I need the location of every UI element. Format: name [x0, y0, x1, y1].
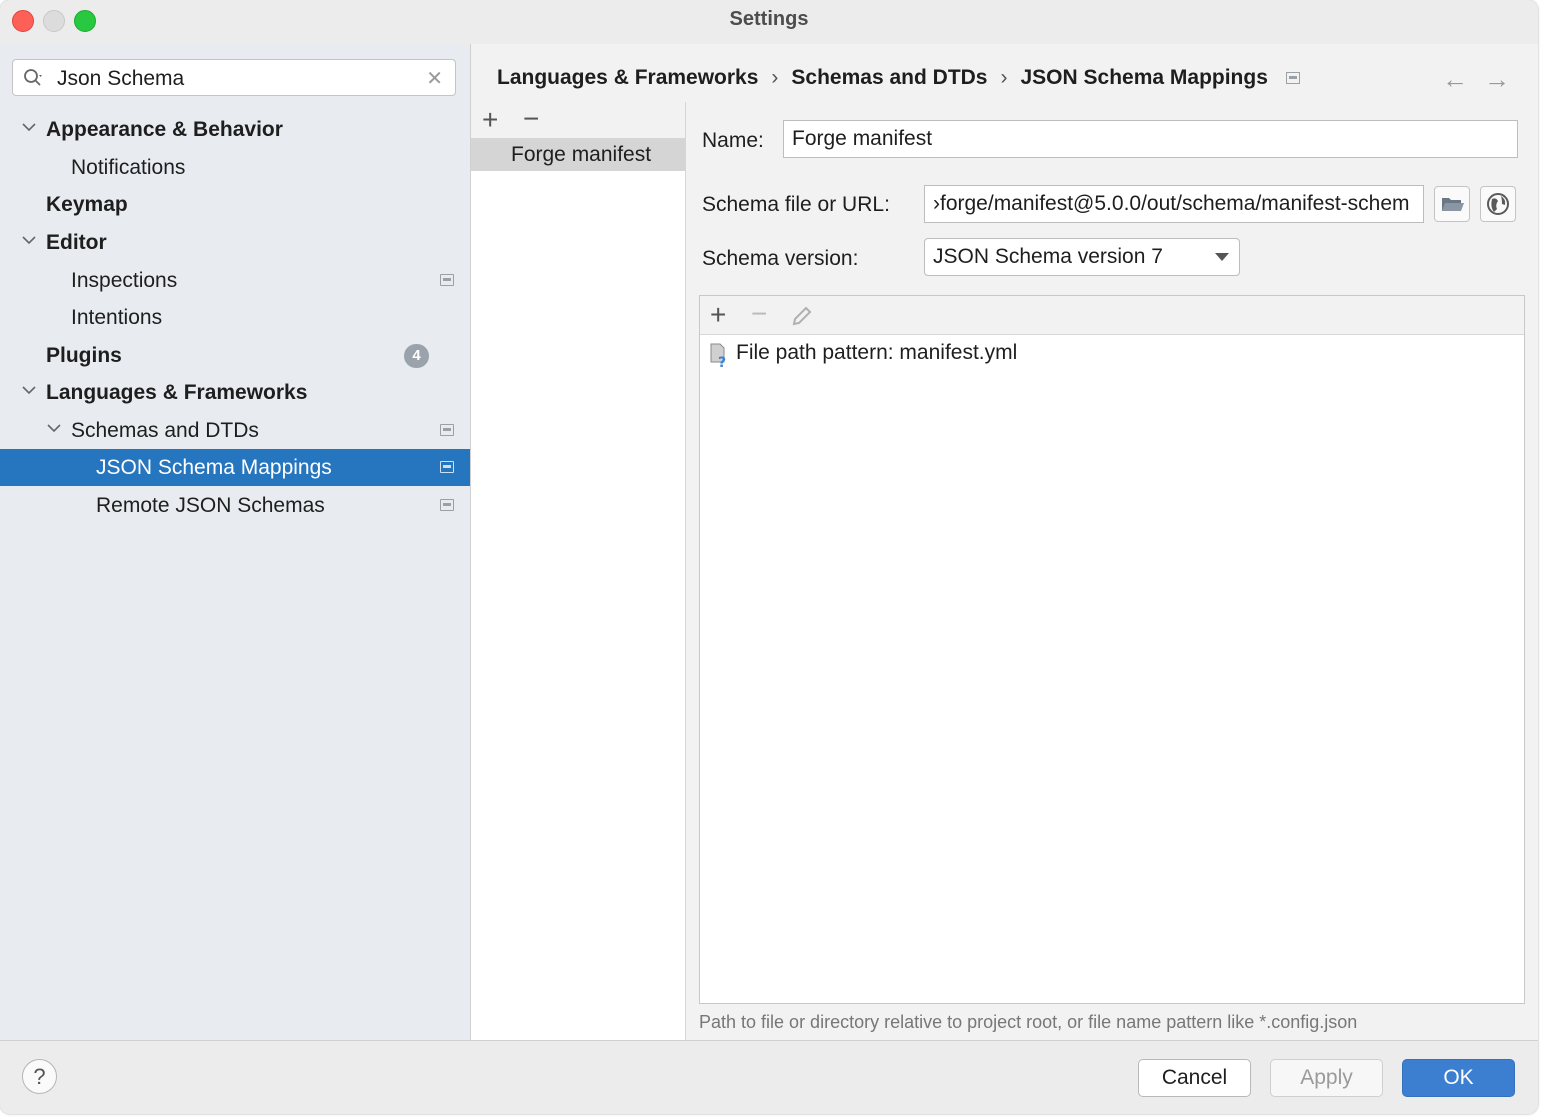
ok-button[interactable]: OK: [1402, 1059, 1515, 1097]
cancel-button[interactable]: Cancel: [1138, 1059, 1251, 1097]
file-pattern-icon: ?: [710, 343, 726, 368]
title-bar: Settings: [0, 0, 1538, 42]
dialog-footer: ? Cancel Apply OK: [0, 1040, 1538, 1114]
project-settings-icon: [440, 274, 454, 286]
svg-text:?: ?: [718, 355, 726, 368]
sidebar-item-keymap[interactable]: Keymap: [0, 186, 470, 223]
breadcrumb-item[interactable]: Schemas and DTDs: [791, 66, 987, 89]
apply-button[interactable]: Apply: [1270, 1059, 1383, 1097]
pattern-text: File path pattern: manifest.yml: [736, 341, 1018, 364]
sidebar-item-label: Editor: [46, 231, 107, 254]
sidebar-item-label: Appearance & Behavior: [46, 118, 283, 141]
clear-search-icon[interactable]: ✕: [426, 66, 443, 91]
folder-icon: [1442, 198, 1464, 211]
breadcrumb-item: JSON Schema Mappings: [1020, 66, 1268, 89]
schema-version-value: JSON Schema version 7: [933, 245, 1163, 268]
dropdown-arrow-icon: [1215, 253, 1229, 261]
project-settings-icon: [1285, 72, 1300, 85]
sidebar-item-inspections[interactable]: Inspections: [0, 262, 470, 299]
back-arrow-icon[interactable]: ←: [1442, 64, 1468, 95]
chevron-down-icon[interactable]: [21, 382, 37, 398]
mapping-form: Name: Forge manifest Schema file or URL:…: [686, 102, 1538, 1040]
schema-version-label: Schema version:: [702, 247, 859, 270]
globe-icon: [1487, 193, 1509, 215]
mapping-list-item[interactable]: Forge manifest: [471, 138, 685, 171]
sidebar-item-label: Schemas and DTDs: [71, 419, 259, 442]
schema-url-label: Schema file or URL:: [702, 193, 890, 216]
settings-search-field[interactable]: Json Schema ✕: [12, 59, 456, 96]
name-label: Name:: [702, 129, 764, 152]
sidebar-item-remote-json-schemas[interactable]: Remote JSON Schemas: [0, 487, 470, 524]
plugins-count-badge: 4: [404, 344, 429, 368]
sidebar-item-notifications[interactable]: Notifications: [0, 149, 470, 186]
search-icon: [24, 69, 42, 86]
sidebar-item-label: Intentions: [71, 306, 163, 329]
window-title: Settings: [729, 8, 809, 30]
breadcrumb: Languages & Frameworks › Schemas and DTDs ›…: [497, 66, 1300, 90]
settings-content: Languages & Frameworks › Schemas and DTDs ›…: [471, 44, 1538, 1040]
breadcrumb-item[interactable]: Languages & Frameworks: [497, 66, 758, 89]
browse-folder-button[interactable]: [1434, 186, 1470, 222]
chevron-down-icon[interactable]: [46, 420, 62, 436]
edit-pencil-icon[interactable]: [790, 304, 814, 328]
project-settings-icon: [440, 424, 454, 436]
sidebar-item-label: Keymap: [46, 193, 128, 216]
breadcrumb-separator: ›: [1000, 66, 1008, 89]
sidebar-item-languages-frameworks[interactable]: Languages & Frameworks: [0, 374, 470, 411]
breadcrumb-separator: ›: [771, 66, 779, 89]
sidebar-item-editor[interactable]: Editor: [0, 224, 470, 261]
sidebar-item-schemas-dtds[interactable]: Schemas and DTDs: [0, 412, 470, 449]
remote-schema-button[interactable]: [1480, 186, 1516, 222]
sidebar-item-label: Inspections: [71, 269, 178, 292]
add-pattern-button[interactable]: +: [710, 301, 726, 329]
sidebar-item-label: Remote JSON Schemas: [96, 494, 325, 517]
forward-arrow-icon[interactable]: →: [1484, 64, 1510, 95]
add-mapping-button[interactable]: +: [482, 106, 498, 134]
schema-url-field[interactable]: ›forge/manifest@5.0.0/out/schema/manifes…: [924, 185, 1424, 223]
mapping-name: Forge manifest: [511, 143, 652, 166]
help-button[interactable]: ?: [22, 1059, 57, 1094]
sidebar-item-label: JSON Schema Mappings: [96, 456, 332, 479]
settings-window: Settings Json Schema ✕ Appearance & Beha…: [0, 0, 1538, 1114]
sidebar-item-label: Plugins: [46, 344, 122, 367]
project-settings-icon: [440, 461, 454, 473]
sidebar-item-label: Notifications: [71, 156, 186, 179]
remove-pattern-button[interactable]: −: [751, 300, 767, 328]
mappings-toolbar: + −: [471, 102, 685, 138]
name-field[interactable]: Forge manifest: [783, 120, 1518, 158]
sidebar-item-intentions[interactable]: Intentions: [0, 299, 470, 336]
sidebar-item-plugins[interactable]: Plugins 4: [0, 337, 470, 374]
mappings-list-pane: + − Forge manifest: [471, 102, 686, 1040]
pattern-hint: Path to file or directory relative to pr…: [699, 1012, 1358, 1032]
search-input-value[interactable]: Json Schema: [57, 67, 184, 91]
file-patterns-panel: + − ? File path pattern: manifest.yml: [699, 295, 1525, 1004]
settings-sidebar: Json Schema ✕ Appearance & Behavior Noti…: [0, 44, 471, 1040]
sidebar-item-label: Languages & Frameworks: [46, 381, 308, 404]
project-settings-icon: [440, 499, 454, 511]
sidebar-item-appearance-behavior[interactable]: Appearance & Behavior: [0, 111, 470, 148]
chevron-down-icon[interactable]: [21, 232, 37, 248]
remove-mapping-button[interactable]: −: [523, 105, 539, 133]
sidebar-item-json-schema-mappings[interactable]: JSON Schema Mappings: [0, 449, 470, 486]
chevron-down-icon[interactable]: [21, 119, 37, 135]
patterns-toolbar: + −: [700, 296, 1524, 335]
schema-version-select[interactable]: JSON Schema version 7: [924, 238, 1240, 276]
